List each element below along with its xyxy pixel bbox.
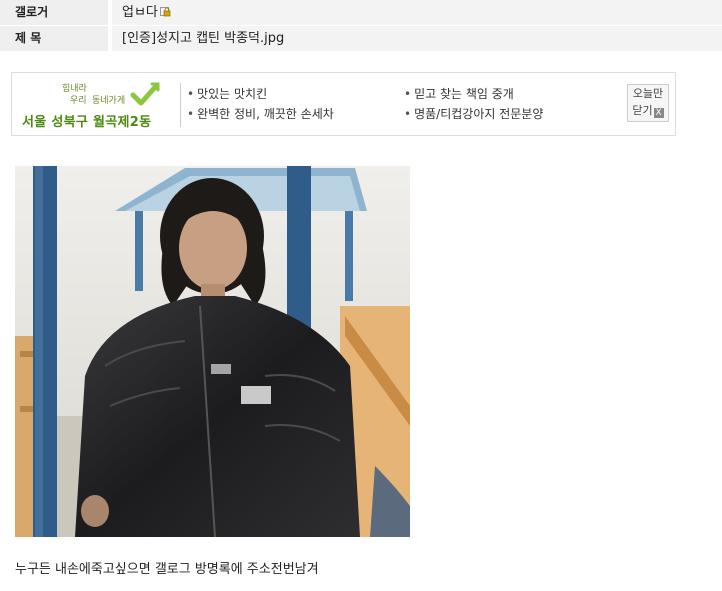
lock-icon — [159, 7, 171, 17]
title-label: 제 목 — [0, 26, 108, 51]
ad-item-puppy[interactable]: 명품/티컵강아지 전문분양 — [404, 105, 543, 122]
ad-item-chicken[interactable]: 맛있는 맛치킨 — [187, 85, 267, 102]
post-caption: 누구든 내손에죽고싶으면 갤로그 방명록에 주소전번남겨 — [15, 562, 319, 577]
author-label: 갤로거 — [0, 0, 108, 25]
post-info-table: 갤로거 업ㅂ다 제 목 [인증]성지고 캡틴 박종덕.jpg — [0, 0, 722, 52]
ad-close-today-button[interactable]: 오늘만 닫기 X — [627, 84, 669, 122]
ad-region: 서울 성북구 월곡제2동 — [22, 115, 152, 130]
ad-divider — [180, 83, 181, 127]
author-name-link[interactable]: 업ㅂ다 — [122, 5, 158, 20]
ad-item-carwash[interactable]: 완벽한 정비, 깨끗한 손세차 — [187, 105, 334, 122]
author-row: 갤로거 업ㅂ다 — [0, 0, 722, 26]
ad-slogan-2: 우리 — [70, 96, 87, 106]
ad-logo[interactable]: 힘내라 우리 동네가게 서울 성북구 월곡제2동 — [18, 79, 184, 130]
ad-slogan-3: 동네가게 — [92, 96, 126, 106]
title-value: [인증]성지고 캡틴 박종덕.jpg — [112, 26, 722, 51]
ad-close-line1: 오늘만 — [632, 87, 664, 100]
ad-close-line2: 닫기 — [632, 104, 653, 117]
ad-item-realestate[interactable]: 믿고 찾는 책임 중개 — [404, 85, 514, 102]
post-photo — [15, 166, 410, 537]
title-row: 제 목 [인증]성지고 캡틴 박종덕.jpg — [0, 26, 722, 52]
close-x-icon: X — [653, 108, 664, 118]
local-ad-banner: 힘내라 우리 동네가게 서울 성북구 월곡제2동 맛있는 맛치킨 믿고 찾는 책… — [11, 72, 676, 136]
author-value: 업ㅂ다 — [112, 0, 722, 25]
check-icon — [130, 82, 160, 106]
